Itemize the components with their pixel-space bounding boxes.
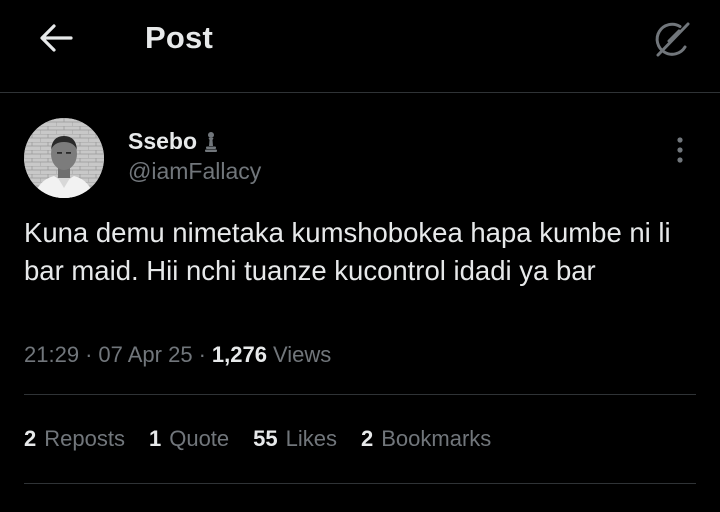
bookmarks-stat[interactable]: 2 Bookmarks — [361, 426, 491, 452]
bookmarks-label: Bookmarks — [381, 426, 492, 451]
post-screen: Post Ssebo @iamFallacy Kuna demu nimetak… — [0, 0, 720, 512]
reposts-count: 2 — [24, 426, 37, 451]
engagement-stats: 2 Reposts 1 Quote 55 Likes 2 Bookmarks — [24, 426, 515, 452]
author-name-row[interactable]: Ssebo — [128, 128, 219, 155]
grok-button[interactable] — [646, 14, 698, 66]
author-display-name[interactable]: Ssebo — [128, 128, 197, 155]
avatar[interactable] — [24, 118, 104, 198]
bookmarks-count: 2 — [361, 426, 374, 451]
arrow-left-icon — [40, 24, 73, 52]
avatar-image — [24, 118, 104, 198]
page-title: Post — [145, 20, 213, 55]
post-date[interactable]: 07 Apr 25 — [98, 342, 192, 368]
quotes-label: Quote — [169, 426, 230, 451]
post-text: Kuna demu nimetaka kumshobokea hapa kumb… — [24, 217, 679, 286]
likes-label: Likes — [285, 426, 337, 451]
chess-pawn-icon — [203, 131, 219, 153]
quotes-count: 1 — [148, 426, 162, 451]
more-vertical-icon — [677, 137, 683, 163]
divider — [24, 483, 696, 484]
meta-separator: · — [85, 342, 93, 367]
reposts-label: Reposts — [44, 426, 125, 451]
post-time[interactable]: 21:29 — [24, 342, 79, 368]
more-options-button[interactable] — [666, 132, 694, 168]
author-handle[interactable]: @iamFallacy — [128, 158, 261, 185]
post-meta: 21:29 · 07 Apr 25 · 1,276 Views — [24, 342, 331, 368]
back-button[interactable] — [34, 18, 78, 58]
reposts-stat[interactable]: 2 Reposts — [24, 426, 125, 452]
meta-separator: · — [198, 342, 206, 367]
likes-count: 55 — [253, 426, 278, 451]
views-count[interactable]: 1,276 — [212, 342, 267, 368]
top-app-bar: Post — [0, 0, 720, 93]
views-label[interactable]: Views — [273, 342, 331, 368]
grok-slash-circle-icon — [655, 22, 690, 57]
divider — [24, 394, 696, 395]
likes-stat[interactable]: 55 Likes — [253, 426, 337, 452]
quotes-stat[interactable]: 1 Quote — [149, 426, 229, 452]
